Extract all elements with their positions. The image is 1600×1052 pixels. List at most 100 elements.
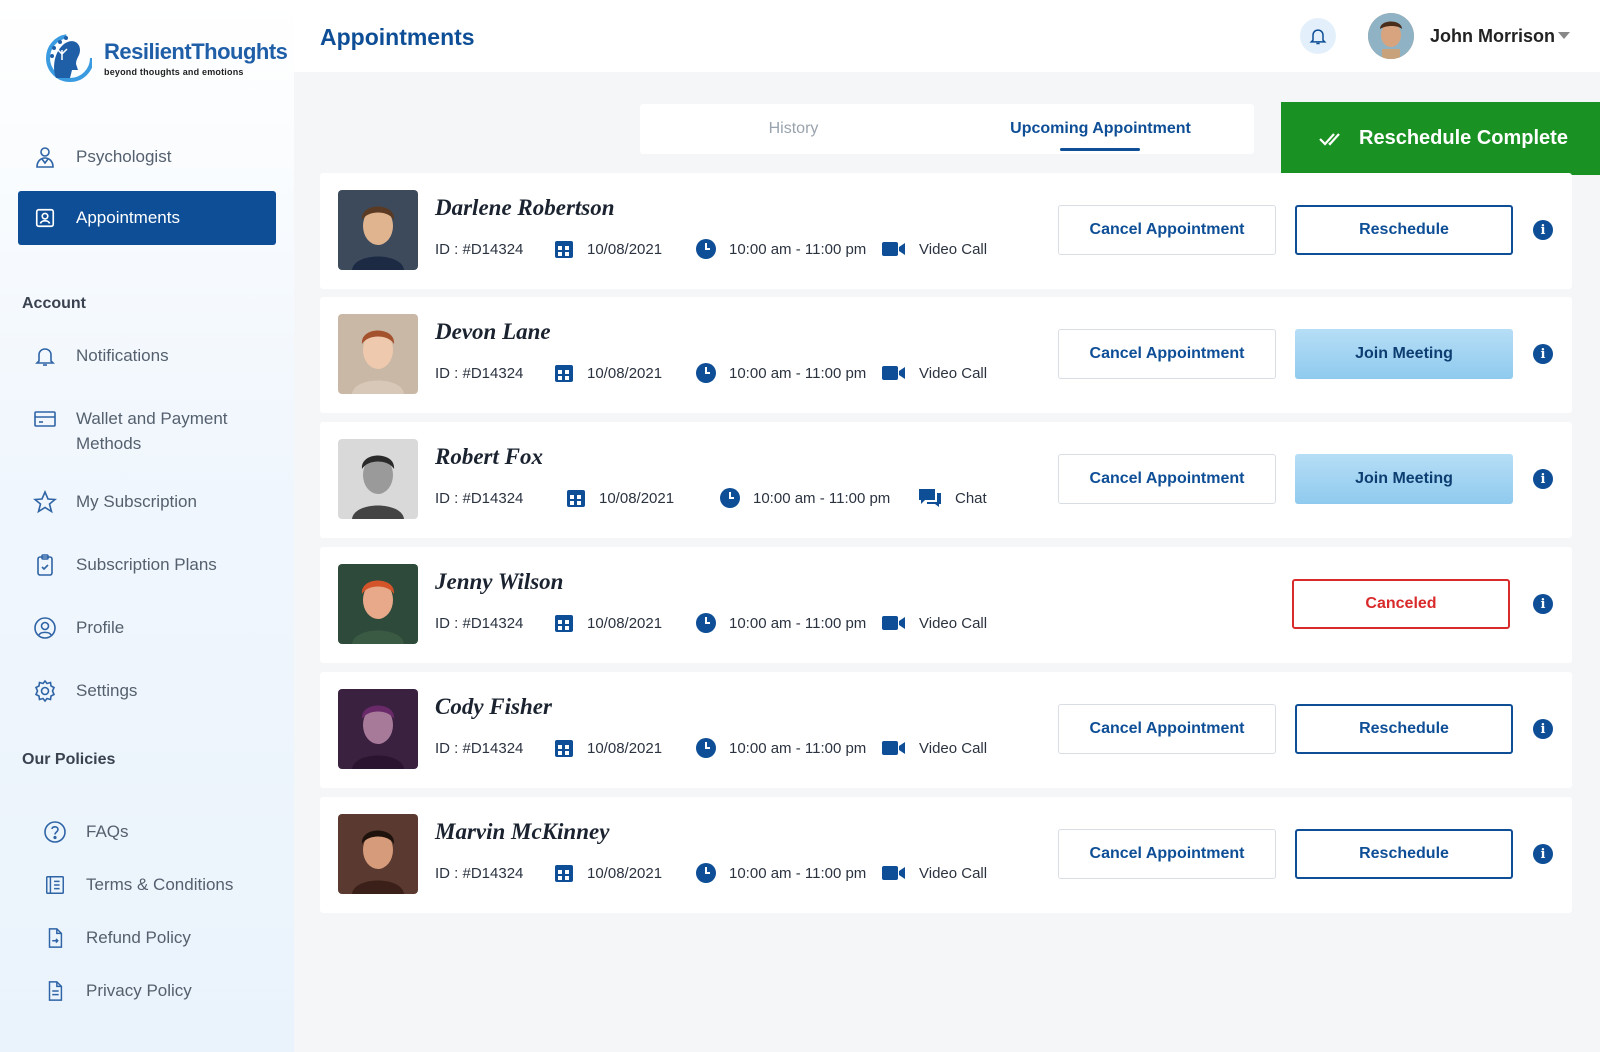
video-camera-icon xyxy=(881,362,907,384)
sidebar-item-faqs[interactable]: FAQs xyxy=(42,812,129,852)
appointment-card: Darlene Robertson ID : #D14324 10/08/2021 1… xyxy=(320,173,1572,289)
active-tab-indicator xyxy=(1060,148,1140,151)
policies-section-label: Our Policies xyxy=(22,751,116,768)
appointment-time: 10:00 am - 11:00 pm xyxy=(729,614,867,632)
question-icon xyxy=(42,819,68,845)
document-icon xyxy=(42,872,68,898)
video-camera-icon xyxy=(881,612,907,634)
tab-upcoming-appointment[interactable]: Upcoming Appointment xyxy=(947,104,1254,154)
appointment-time: 10:00 am - 11:00 pm xyxy=(753,489,891,507)
appointment-time: 10:00 am - 11:00 pm xyxy=(729,739,867,757)
appointment-date: 10/08/2021 xyxy=(587,864,663,882)
appointment-meta: ID : #D14324 10/08/2021 10:00 am - 11:00 p… xyxy=(435,361,987,385)
psychologist-photo xyxy=(338,190,418,270)
sidebar-item-wallet[interactable]: Wallet and Payment Methods xyxy=(18,392,276,456)
psychologist-name[interactable]: Devon Lane xyxy=(435,319,551,345)
cancel-appointment-button[interactable]: Cancel Appointment xyxy=(1058,704,1276,754)
appointment-id: ID : #D14324 xyxy=(435,364,524,382)
cancel-appointment-button[interactable]: Cancel Appointment xyxy=(1058,454,1276,504)
info-icon[interactable]: i xyxy=(1533,594,1553,614)
profile-icon xyxy=(32,615,58,641)
cancel-appointment-button[interactable]: Cancel Appointment xyxy=(1058,205,1276,255)
psychologist-name[interactable]: Darlene Robertson xyxy=(435,195,615,221)
chevron-down-icon[interactable] xyxy=(1558,32,1570,39)
psychologist-name[interactable]: Marvin McKinney xyxy=(435,819,609,845)
canceled-status-badge: Canceled xyxy=(1292,579,1510,629)
info-icon[interactable]: i xyxy=(1533,344,1553,364)
appointment-card: Devon Lane ID : #D14324 10/08/2021 10:00 am… xyxy=(320,297,1572,413)
clock-icon xyxy=(695,612,717,634)
user-name[interactable]: John Morrison xyxy=(1430,26,1555,47)
appointment-time: 10:00 am - 11:00 pm xyxy=(729,364,867,382)
cancel-appointment-button[interactable]: Cancel Appointment xyxy=(1058,829,1276,879)
clock-icon xyxy=(695,862,717,884)
join-meeting-button[interactable]: Join Meeting xyxy=(1295,454,1513,504)
brand-name: ResilientThoughts xyxy=(104,39,288,64)
appointment-card: Marvin McKinney ID : #D14324 10/08/2021 10:… xyxy=(320,797,1572,913)
calendar-icon xyxy=(553,612,575,634)
sidebar-item-appointments[interactable]: Appointments xyxy=(18,191,276,245)
appointment-id: ID : #D14324 xyxy=(435,240,524,258)
page-title: Appointments xyxy=(320,24,475,50)
info-icon[interactable]: i xyxy=(1533,844,1553,864)
info-icon[interactable]: i xyxy=(1533,719,1553,739)
calendar-icon xyxy=(553,737,575,759)
calendar-icon xyxy=(553,362,575,384)
sidebar-item-notifications[interactable]: Notifications xyxy=(18,329,276,383)
appointment-id: ID : #D14324 xyxy=(435,614,524,632)
appointment-date: 10/08/2021 xyxy=(599,489,675,507)
psychologist-name[interactable]: Robert Fox xyxy=(435,444,543,470)
psychologist-photo xyxy=(338,689,418,769)
star-icon xyxy=(32,489,58,515)
psychologist-photo xyxy=(338,314,418,394)
appointment-tabs: History Upcoming Appointment xyxy=(640,104,1254,154)
sidebar-item-subscription-plans[interactable]: Subscription Plans xyxy=(18,538,276,592)
account-section-label: Account xyxy=(22,295,86,312)
appointment-date: 10/08/2021 xyxy=(587,240,663,258)
calendar-icon xyxy=(553,238,575,260)
sidebar-item-profile[interactable]: Profile xyxy=(18,601,276,655)
gear-icon xyxy=(32,678,58,704)
file-icon xyxy=(42,978,68,1004)
sidebar-item-psychologist[interactable]: Psychologist xyxy=(18,130,276,184)
notifications-button[interactable] xyxy=(1300,18,1336,54)
tab-history[interactable]: History xyxy=(640,104,947,154)
brand-logo[interactable]: ResilientThoughts beyond thoughts and em… xyxy=(42,30,288,86)
psychologist-photo xyxy=(338,814,418,894)
sidebar-item-terms[interactable]: Terms & Conditions xyxy=(42,865,233,905)
reschedule-complete-toast: Reschedule Complete xyxy=(1281,102,1600,175)
reschedule-button[interactable]: Reschedule xyxy=(1295,829,1513,879)
sidebar-item-refund-policy[interactable]: Refund Policy xyxy=(42,918,191,958)
video-camera-icon xyxy=(881,737,907,759)
sidebar-item-my-subscription[interactable]: My Subscription xyxy=(18,475,276,529)
appointment-date: 10/08/2021 xyxy=(587,614,663,632)
psychologist-photo xyxy=(338,564,418,644)
info-icon[interactable]: i xyxy=(1533,220,1553,240)
info-icon[interactable]: i xyxy=(1533,469,1553,489)
appointment-card: Cody Fisher ID : #D14324 10/08/2021 10:00 a… xyxy=(320,672,1572,788)
reschedule-button[interactable]: Reschedule xyxy=(1295,205,1513,255)
video-camera-icon xyxy=(881,862,907,884)
cancel-appointment-button[interactable]: Cancel Appointment xyxy=(1058,329,1276,379)
calendar-icon xyxy=(565,487,587,509)
psychologist-icon xyxy=(32,144,58,170)
psychologist-name[interactable]: Cody Fisher xyxy=(435,694,552,720)
psychologist-name[interactable]: Jenny Wilson xyxy=(435,569,563,595)
appointment-id: ID : #D14324 xyxy=(435,489,524,507)
appointment-meta: ID : #D14324 10/08/2021 10:00 am - 11:00 p… xyxy=(435,237,987,261)
appointment-meta: ID : #D14324 10/08/2021 10:00 am - 11:00 p… xyxy=(435,861,987,885)
psychologist-photo xyxy=(338,439,418,519)
join-meeting-button[interactable]: Join Meeting xyxy=(1295,329,1513,379)
appointment-mode: Video Call xyxy=(919,739,988,757)
sidebar: ResilientThoughts beyond thoughts and em… xyxy=(0,0,294,1052)
appointment-date: 10/08/2021 xyxy=(587,739,663,757)
appointment-mode: Video Call xyxy=(919,864,988,882)
bell-icon xyxy=(32,343,58,369)
appointment-card: Jenny Wilson ID : #D14324 10/08/2021 10:00 … xyxy=(320,547,1572,663)
reschedule-button[interactable]: Reschedule xyxy=(1295,704,1513,754)
sidebar-item-settings[interactable]: Settings xyxy=(18,664,276,718)
user-avatar[interactable] xyxy=(1368,13,1414,59)
sidebar-item-privacy-policy[interactable]: Privacy Policy xyxy=(42,971,192,1011)
video-camera-icon xyxy=(881,238,907,260)
appointments-icon xyxy=(32,205,58,231)
